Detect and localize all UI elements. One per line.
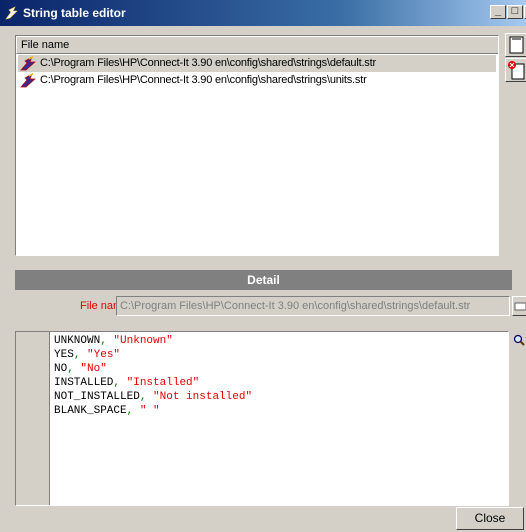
code-value: " "	[133, 405, 160, 417]
code-line: YES, "Yes"	[54, 348, 252, 362]
string-table-editor-window: String table editor _ □ x File name C:\P…	[0, 0, 526, 532]
table-row[interactable]: C:\Program Files\HP\Connect-It 3.90 en\c…	[18, 72, 496, 89]
editor-content[interactable]: UNKNOWN, "Unknown" YES, "Yes" NO, "No" INST…	[54, 334, 252, 418]
code-key: INSTALLED	[54, 377, 114, 389]
code-sep: ,	[100, 335, 107, 347]
code-line: INSTALLED, "Installed"	[54, 376, 252, 390]
column-header-file-name[interactable]: File name	[16, 36, 498, 54]
file-name-field[interactable]: C:\Program Files\HP\Connect-It 3.90 en\c…	[116, 296, 510, 316]
close-button[interactable]: Close	[456, 507, 524, 530]
string-editor-textarea[interactable]: UNKNOWN, "Unknown" YES, "Yes" NO, "No" INST…	[15, 331, 509, 506]
delete-file-button[interactable]	[505, 58, 526, 82]
code-key: BLANK_SPACE	[54, 405, 127, 417]
app-icon	[5, 6, 18, 20]
code-line: NO, "No"	[54, 362, 252, 376]
delete-file-icon	[508, 61, 525, 80]
code-sep: ,	[67, 363, 74, 375]
detail-section-header: Detail	[15, 270, 512, 290]
code-value: "Unknown"	[106, 335, 173, 347]
minimize-button[interactable]: _	[490, 5, 506, 19]
file-path: C:\Program Files\HP\Connect-It 3.90 en\c…	[40, 74, 367, 86]
file-list[interactable]: File name C:\Program Files\HP\Connect-It…	[15, 35, 499, 256]
maximize-button[interactable]: □	[507, 5, 523, 19]
string-file-icon	[20, 73, 36, 88]
code-line: UNKNOWN, "Unknown"	[54, 334, 252, 348]
window-title: String table editor	[23, 6, 126, 20]
title-bar[interactable]: String table editor _ □ x	[0, 0, 526, 26]
code-key: NO	[54, 363, 68, 375]
code-key: UNKNOWN	[54, 335, 101, 347]
search-icon[interactable]	[512, 333, 526, 349]
code-key: NOT_INSTALLED	[54, 391, 140, 403]
editor-gutter	[16, 332, 50, 505]
folder-icon	[514, 302, 526, 311]
code-value: "Not installed"	[146, 391, 253, 403]
new-file-icon	[509, 36, 524, 54]
code-value: "Installed"	[120, 377, 200, 389]
string-file-icon	[20, 56, 36, 71]
code-value: "No"	[73, 363, 107, 375]
browse-button[interactable]	[512, 296, 526, 316]
code-line: NOT_INSTALLED, "Not installed"	[54, 390, 252, 404]
file-path: C:\Program Files\HP\Connect-It 3.90 en\c…	[40, 57, 376, 69]
code-value: "Yes"	[80, 349, 121, 361]
table-row[interactable]: C:\Program Files\HP\Connect-It 3.90 en\c…	[18, 55, 496, 72]
code-key: YES	[54, 349, 74, 361]
code-line: BLANK_SPACE, " "	[54, 404, 252, 418]
new-file-button[interactable]	[505, 33, 526, 57]
